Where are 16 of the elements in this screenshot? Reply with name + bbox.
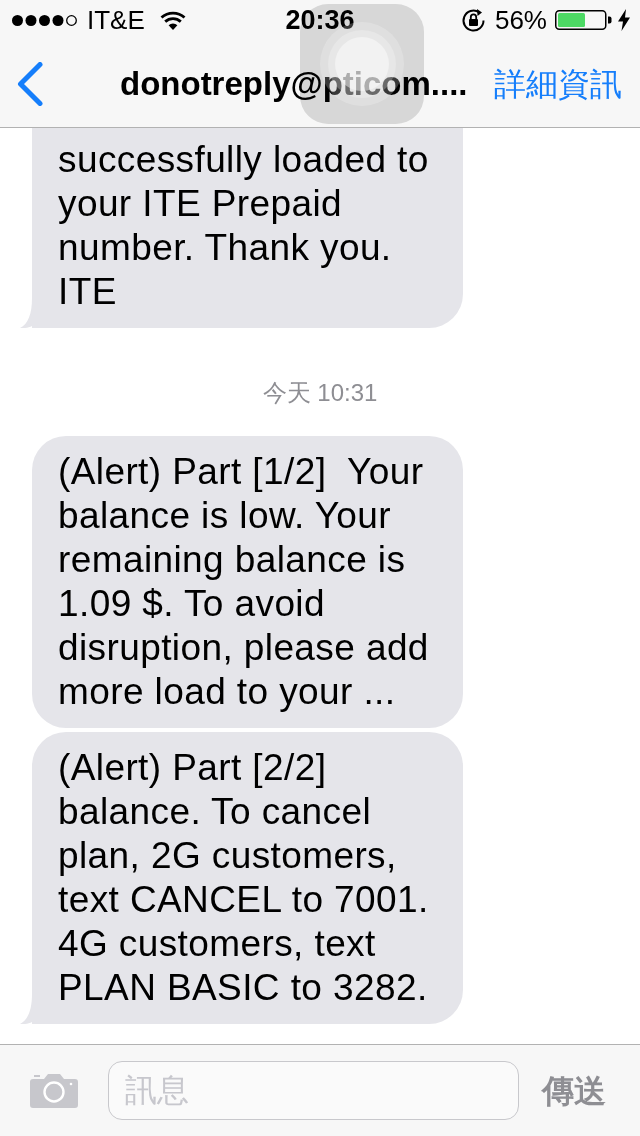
- chevron-left-icon: [16, 61, 44, 106]
- conversation-title: donotreply@pticom....: [120, 63, 468, 104]
- lightning-bolt-icon: [618, 9, 630, 31]
- wifi-icon: [159, 10, 186, 30]
- battery-percentage: 56%: [494, 5, 547, 35]
- rotation-lock-icon: [459, 6, 487, 34]
- message-timestamp: 今天 10:31: [262, 378, 378, 408]
- message-bubble: successfully loaded to your ITE Prepaid number. Thank you. ITE: [32, 128, 463, 328]
- status-time: 20:36: [285, 5, 355, 35]
- signal-icon: [12, 14, 78, 26]
- carrier-name: IT&E: [87, 5, 145, 35]
- details-button[interactable]: 詳細資訊: [494, 63, 622, 104]
- camera-icon: [29, 1072, 79, 1109]
- message-bubble: (Alert) Part [2/2] balance. To cancel plan, 2G customers, text CANCEL to 7001. 4G customers, text PLAN BASIC to 3282.: [32, 732, 463, 1024]
- battery-icon: [555, 10, 612, 30]
- message-bubble: (Alert) Part [1/2] Your balance is low. Your remaining balance is 1.09 $. To avoid disruption, please add more load to your ...: [32, 436, 463, 728]
